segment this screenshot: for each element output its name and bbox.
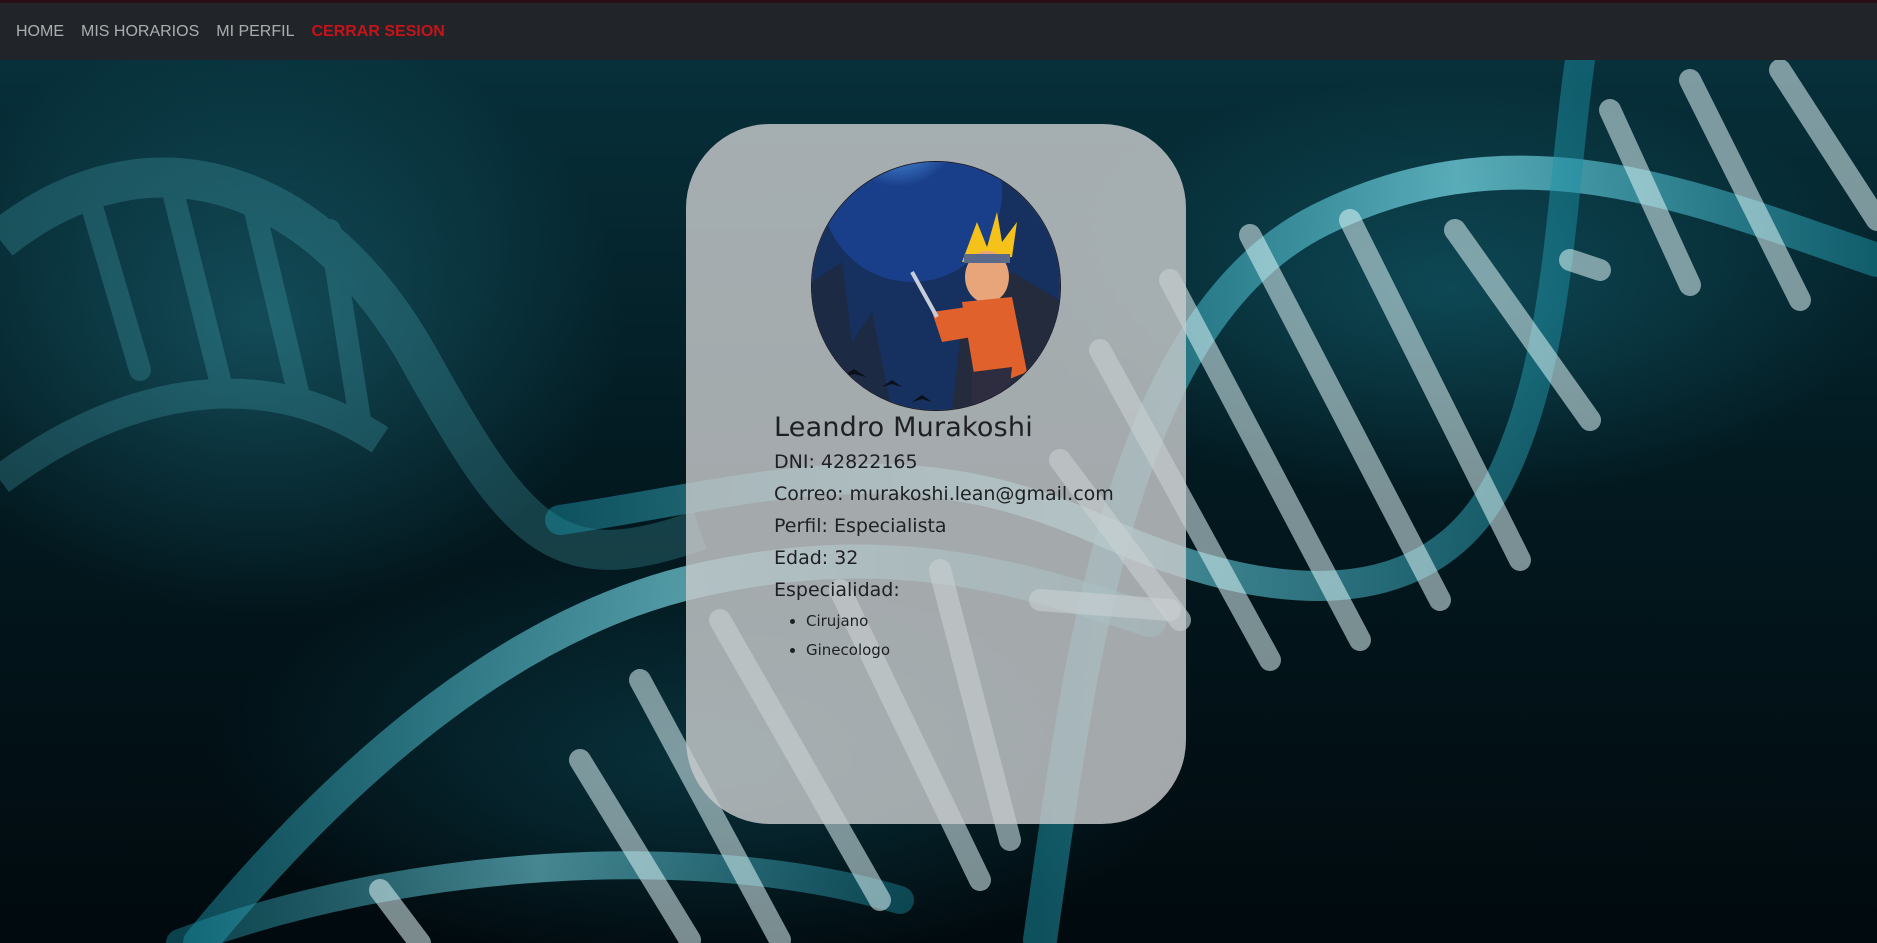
especialidad-heading: Especialidad: <box>774 579 900 601</box>
perfil-label: Perfil: <box>774 515 828 537</box>
top-navbar: HOME MIS HORARIOS MI PERFIL CERRAR SESIO… <box>0 0 1877 60</box>
nav-link-mis-horarios[interactable]: MIS HORARIOS <box>81 23 199 41</box>
nav-link-mi-perfil[interactable]: MI PERFIL <box>216 23 294 41</box>
logout-link[interactable]: CERRAR SESION <box>311 23 444 41</box>
email-row: Correo: murakoshi.lean@gmail.com <box>774 483 1114 506</box>
dni-row: DNI: 42822165 <box>774 451 1114 474</box>
especialidad-item-ginecologo: Ginecologo <box>806 640 1114 660</box>
profile-name: Leandro Murakoshi <box>774 412 1033 443</box>
edad-value: 32 <box>834 547 859 569</box>
avatar <box>811 161 1061 411</box>
especialidad-item-cirujano: Cirujano <box>806 611 1114 631</box>
email-label: Correo: <box>774 483 844 505</box>
profile-info: Leandro Murakoshi DNI: 42822165 Correo: … <box>774 412 1114 669</box>
especialidad-list: Cirujano Ginecologo <box>774 611 1114 660</box>
nav-link-home[interactable]: HOME <box>16 23 64 41</box>
edad-label: Edad: <box>774 547 829 569</box>
edad-row: Edad: 32 <box>774 547 1114 570</box>
perfil-row: Perfil: Especialista <box>774 515 1114 538</box>
profile-card: Leandro Murakoshi DNI: 42822165 Correo: … <box>686 124 1186 824</box>
avatar-image <box>812 162 1060 410</box>
dni-label: DNI: <box>774 451 815 473</box>
perfil-value: Especialista <box>833 515 947 537</box>
dni-value: 42822165 <box>820 451 918 473</box>
email-value: murakoshi.lean@gmail.com <box>849 483 1114 505</box>
